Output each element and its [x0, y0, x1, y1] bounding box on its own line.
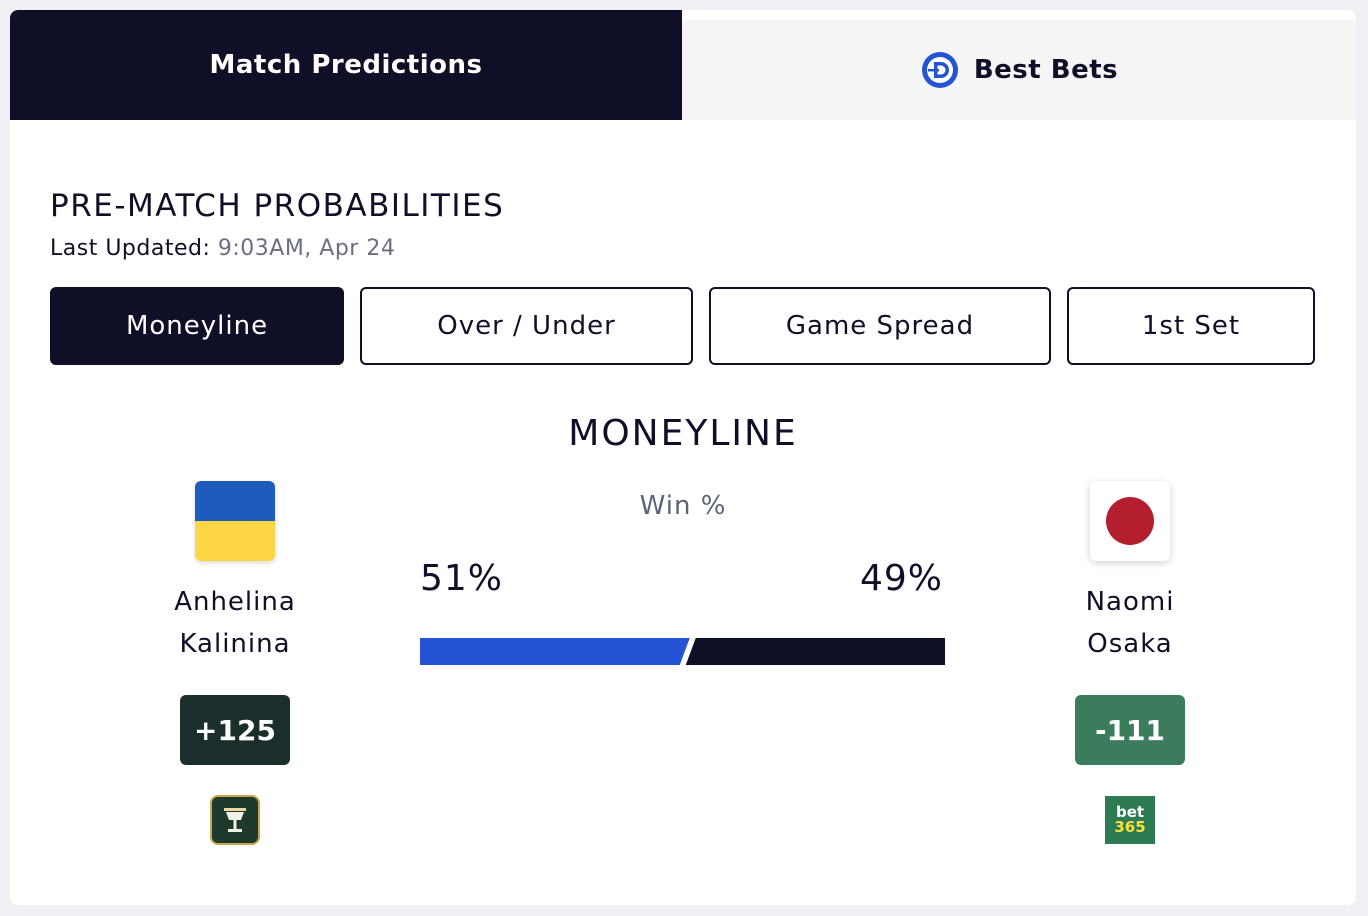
player-left-first-name: Anhelina — [174, 587, 296, 617]
trophy-cup-icon[interactable] — [210, 795, 260, 845]
tab-match-predictions[interactable]: Match Predictions — [10, 10, 682, 120]
player-right-first-name: Naomi — [1085, 587, 1175, 617]
odds-left-button[interactable]: +125 — [180, 695, 290, 765]
player-left-last-name: Kalinina — [179, 629, 291, 659]
tab-best-bets[interactable]: Best Bets — [682, 20, 1356, 120]
odds-left-value: +125 — [194, 713, 276, 747]
last-updated: Last Updated: 9:03AM, Apr 24 — [50, 236, 395, 261]
tab-match-predictions-label: Match Predictions — [209, 50, 483, 80]
last-updated-value: 9:03AM, Apr 24 — [217, 236, 396, 261]
odds-right-value: -111 — [1094, 713, 1166, 747]
player-right-last-name: Osaka — [1087, 629, 1173, 659]
win-pct-right: 49% — [860, 558, 944, 599]
market-tab-over-under[interactable]: Over / Under — [360, 287, 693, 365]
odds-right-button[interactable]: -111 — [1075, 695, 1185, 765]
tab-best-bets-label: Best Bets — [973, 55, 1119, 85]
win-pct-label: Win % — [639, 491, 727, 521]
win-probability-bar — [420, 638, 945, 665]
bet365-logo[interactable]: bet 365 — [1105, 796, 1155, 844]
market-tab-1st-set[interactable]: 1st Set — [1067, 287, 1315, 365]
player-right-name: Naomi Osaka — [1010, 581, 1250, 665]
sportsbook-logo-left — [224, 808, 246, 832]
win-pct-left: 51% — [420, 558, 504, 599]
moneyline-title: MONEYLINE — [568, 413, 798, 454]
bet365-logo-line2: 365 — [1114, 818, 1146, 836]
match-card: Match Predictions Best Bets PRE-MATCH PR… — [10, 10, 1356, 905]
market-tab-moneyline[interactable]: Moneyline — [50, 287, 344, 365]
last-updated-label: Last Updated: — [50, 236, 211, 261]
win-bar-right-segment — [685, 638, 945, 665]
player-left-name: Anhelina Kalinina — [115, 581, 355, 665]
win-bar-left-segment — [420, 638, 690, 665]
section-title: PRE-MATCH PROBABILITIES — [50, 188, 505, 224]
market-tab-game-spread[interactable]: Game Spread — [709, 287, 1051, 365]
dimers-logo-icon — [921, 52, 958, 88]
